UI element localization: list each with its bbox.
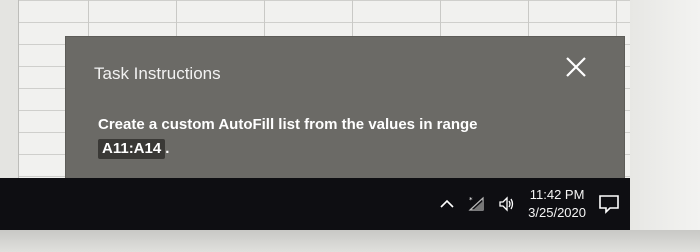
wifi-icon[interactable]: *	[468, 195, 486, 213]
svg-text:*: *	[469, 196, 473, 204]
system-tray: * 11:42 PM 3/25/2020	[438, 178, 630, 230]
system-clock[interactable]: 11:42 PM 3/25/2020	[528, 186, 586, 222]
range-reference: A11:A14	[98, 139, 166, 159]
row-header-column	[0, 0, 19, 205]
dialog-title: Task Instructions	[94, 64, 221, 83]
chevron-up-icon[interactable]	[438, 195, 456, 213]
taskbar: * 11:42 PM 3/25/2020	[0, 178, 630, 230]
monitor-bezel-bottom	[0, 230, 700, 252]
instruction-text: Create a custom AutoFill list from the v…	[98, 113, 568, 161]
notification-icon[interactable]	[598, 194, 620, 214]
close-icon[interactable]	[564, 55, 588, 79]
instruction-suffix: .	[165, 140, 170, 157]
monitor-bezel-right	[630, 0, 700, 252]
task-instructions-dialog: Task Instructions Create a custom AutoFi…	[66, 37, 624, 197]
clock-time: 11:42 PM	[529, 187, 585, 202]
instruction-body: Create a custom AutoFill list from the v…	[98, 116, 478, 133]
volume-icon[interactable]	[498, 195, 516, 213]
clock-date: 3/25/2020	[528, 205, 586, 220]
